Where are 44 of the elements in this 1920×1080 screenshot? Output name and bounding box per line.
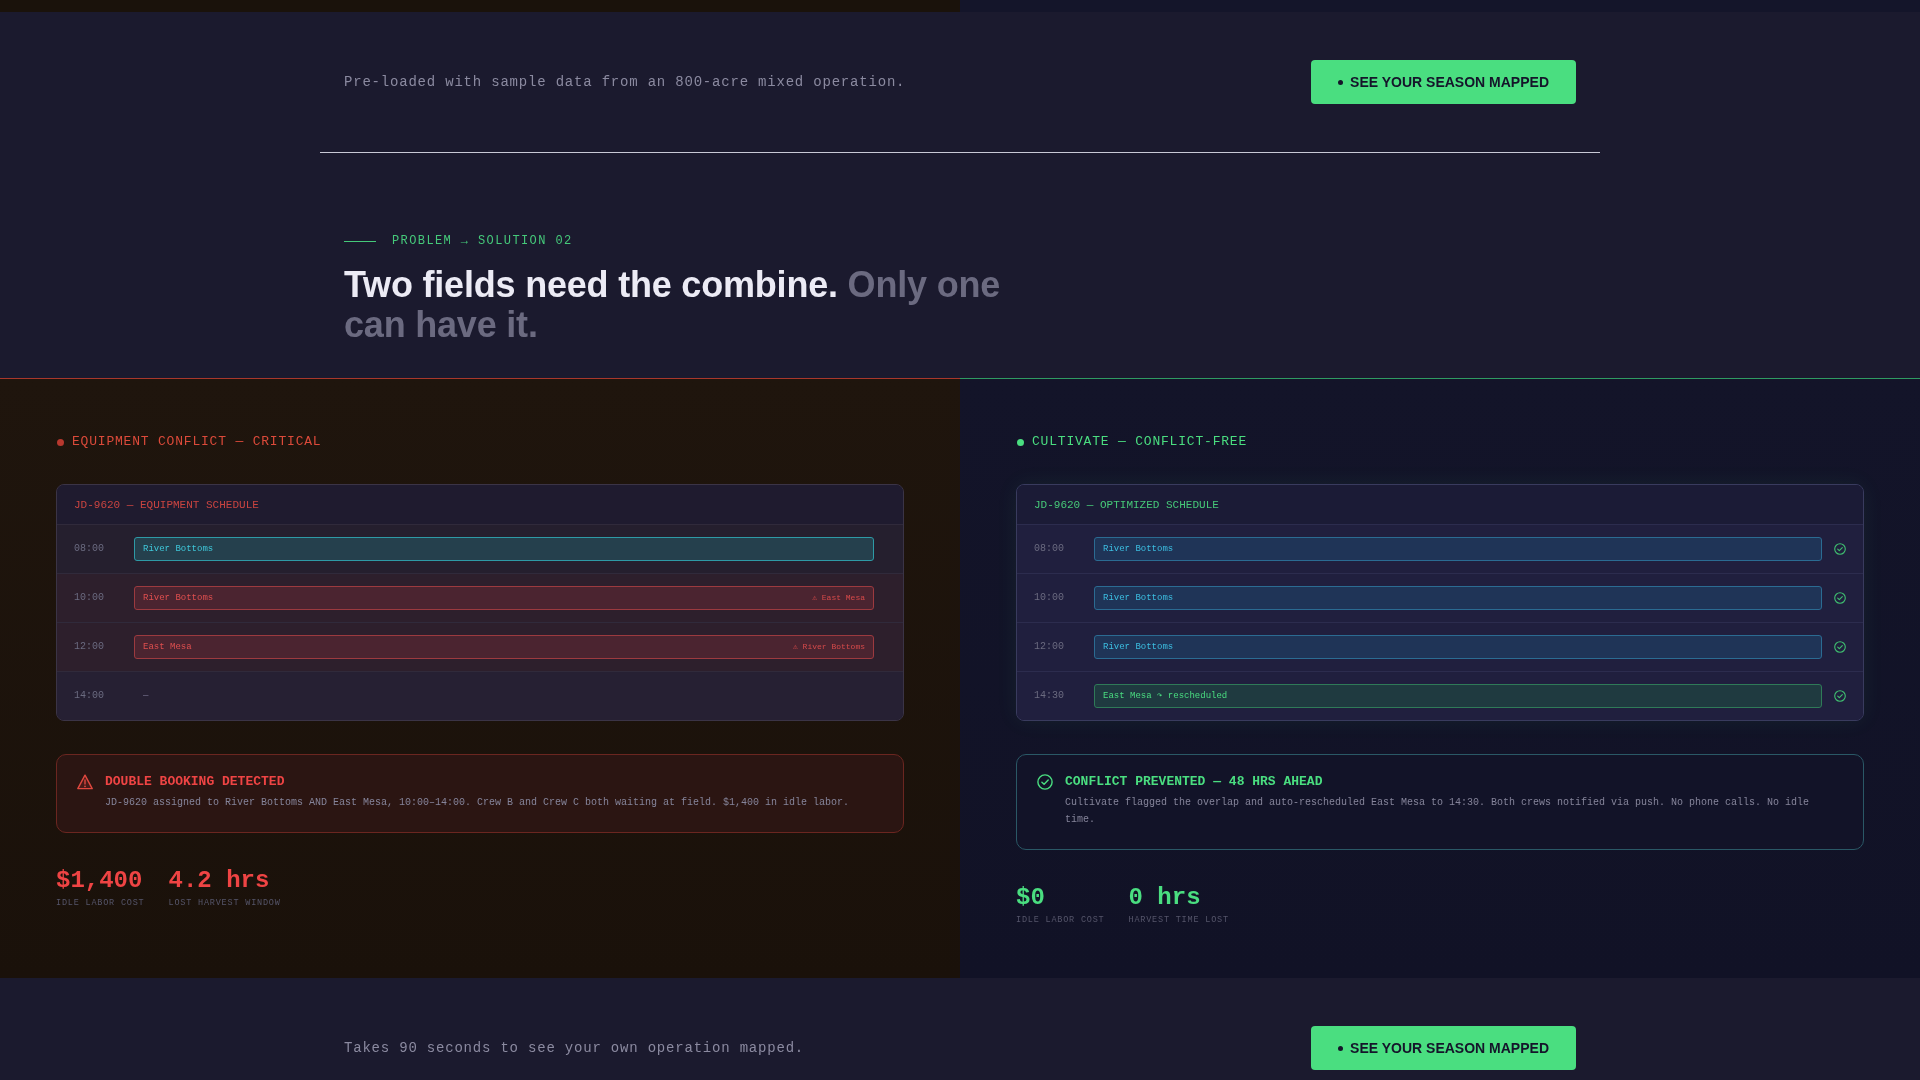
- section-heading: Two fields need the combine. Only one can have it.: [344, 265, 1002, 345]
- time-label: 10:00: [1034, 591, 1065, 605]
- booking-label: East Mesa: [143, 641, 192, 653]
- eyebrow-text: PROBLEM → SOLUTION 02: [392, 233, 573, 249]
- empty-slot-text: —: [143, 690, 149, 702]
- stat-value: $1,400: [56, 867, 144, 895]
- dot-icon: [1338, 1045, 1344, 1051]
- dot-icon: [1338, 79, 1344, 85]
- conflict-note: ⚠ River Bottoms: [792, 641, 865, 653]
- stat-label: IDLE LABOR COST: [56, 897, 145, 909]
- booking-label: River Bottoms: [1103, 543, 1174, 555]
- warning-icon: [77, 774, 93, 790]
- card-title: JD-9620 — OPTIMIZED SCHEDULE: [1034, 497, 1219, 512]
- time-label: 12:00: [74, 640, 105, 654]
- cta-text: Takes 90 seconds to see your own operation mapped.: [344, 1039, 805, 1058]
- time-label: 08:00: [1034, 542, 1065, 556]
- card-title: JD-9620 — EQUIPMENT SCHEDULE: [74, 497, 259, 512]
- stat-value: $0: [1016, 884, 1046, 912]
- stat-label: IDLE LABOR COST: [1016, 914, 1105, 926]
- stat-value: 0 hrs: [1128, 884, 1202, 912]
- booking-label: River Bottoms: [1103, 592, 1174, 604]
- stat-value: 4.2 hrs: [168, 867, 271, 895]
- check-circle-icon: [1037, 774, 1053, 790]
- booking-label: East Mesa ↷ rescheduled: [1103, 690, 1228, 702]
- alert-text: JD-9620 assigned to River Bottoms AND East Mesa, 10:00–14:00. Crew B and Crew C both waiting at field. $1,400 in idle labor.: [105, 796, 851, 810]
- status-label: CULTIVATE — CONFLICT-FREE: [1032, 434, 1248, 450]
- cta-button[interactable]: SEE YOUR SEASON MAPPED: [1311, 60, 1576, 104]
- booking-label: River Bottoms: [143, 592, 214, 604]
- stat-label: LOST HARVEST WINDOW: [168, 897, 281, 909]
- status-label: EQUIPMENT CONFLICT — CRITICAL: [72, 434, 322, 450]
- time-label: 14:30: [1034, 689, 1065, 703]
- time-label: 08:00: [74, 542, 105, 556]
- alert-title: DOUBLE BOOKING DETECTED: [105, 774, 286, 790]
- conflict-note: ⚠ East Mesa: [812, 592, 865, 604]
- alert-text: Cultivate flagged the overlap and auto-rescheduled East Mesa to 14:30. Both crews notified via push. No phone calls. No idle time.: [1065, 796, 1811, 827]
- alert-title: CONFLICT PREVENTED — 48 HRS AHEAD: [1065, 774, 1324, 790]
- stat-label: HARVEST TIME LOST: [1128, 914, 1229, 926]
- booking-label: River Bottoms: [143, 543, 214, 555]
- booking-label: River Bottoms: [1103, 641, 1174, 653]
- time-label: 14:00: [74, 689, 105, 703]
- time-label: 12:00: [1034, 640, 1065, 654]
- cta-text: Pre-loaded with sample data from an 800-acre mixed operation.: [344, 73, 906, 92]
- cta-button[interactable]: SEE YOUR SEASON MAPPED: [1311, 1026, 1576, 1070]
- time-label: 10:00: [74, 591, 105, 605]
